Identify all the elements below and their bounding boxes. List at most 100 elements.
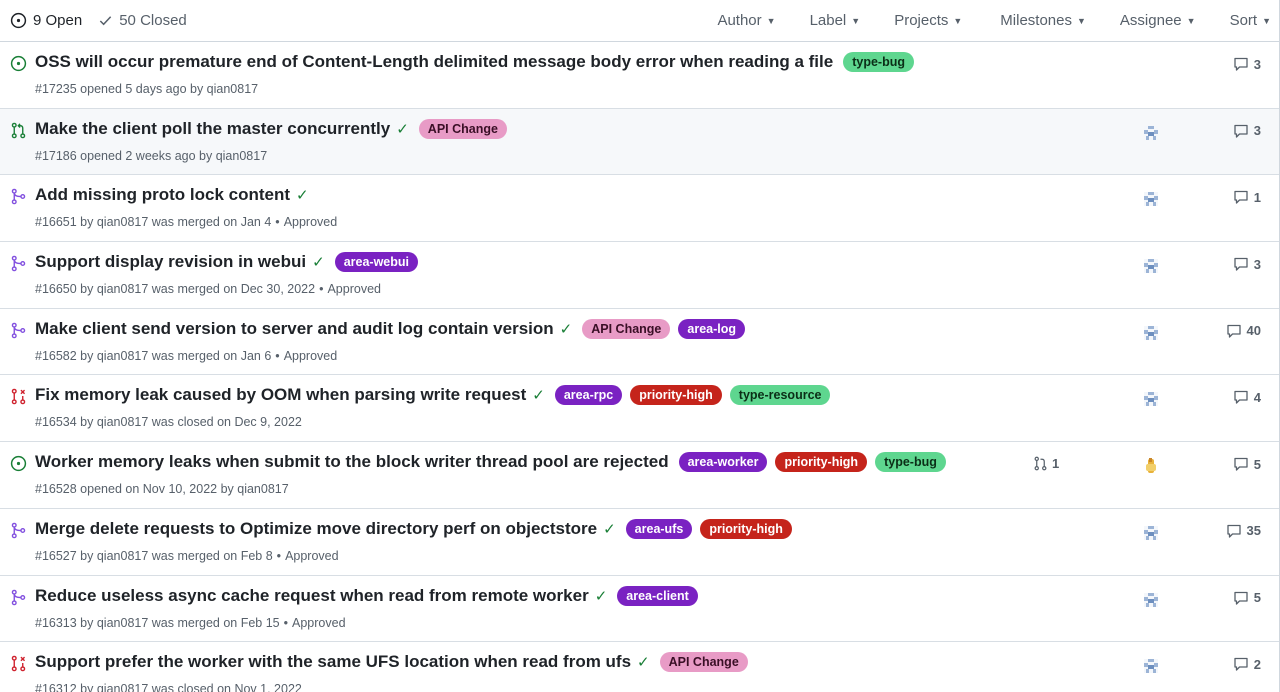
label-area-ufs[interactable]: area-ufs <box>625 518 693 539</box>
comment-count[interactable]: 4 <box>1233 389 1261 405</box>
checks-passed-icon[interactable]: ✓ <box>637 653 650 671</box>
issue-title-link[interactable]: Make the client poll the master concurre… <box>35 119 390 139</box>
issue-row[interactable]: Make the client poll the master concurre… <box>0 108 1279 176</box>
label-type-bug[interactable]: type-bug <box>875 452 946 473</box>
comment-count[interactable]: 5 <box>1233 456 1261 472</box>
label-api-change[interactable]: API Change <box>659 652 748 673</box>
comment-icon <box>1234 457 1248 471</box>
meta-separator: • <box>275 215 280 230</box>
assignee-avatar[interactable] <box>1141 656 1161 676</box>
merged-icon <box>11 189 26 205</box>
issue-row[interactable]: Support prefer the worker with the same … <box>0 642 1279 692</box>
review-status[interactable]: Approved <box>327 282 381 296</box>
checks-passed-icon[interactable]: ✓ <box>296 186 309 204</box>
comment-count[interactable]: 40 <box>1226 323 1261 339</box>
issue-title-link[interactable]: Merge delete requests to Optimize move d… <box>35 519 597 539</box>
issue-row[interactable]: Worker memory leaks when submit to the b… <box>0 442 1279 509</box>
issue-meta-text: #16527 by qian0817 was merged on Feb 8 <box>35 548 273 563</box>
issue-title-link[interactable]: Fix memory leak caused by OOM when parsi… <box>35 385 526 405</box>
checks-passed-icon[interactable]: ✓ <box>560 320 573 338</box>
checks-passed-icon[interactable]: ✓ <box>312 253 325 271</box>
issue-row[interactable]: Fix memory leak caused by OOM when parsi… <box>0 375 1279 443</box>
pull-request-icon <box>1034 456 1047 471</box>
label-priority-high[interactable]: priority-high <box>700 518 792 539</box>
review-status[interactable]: Approved <box>284 215 338 229</box>
comment-icon <box>1226 324 1241 338</box>
issue-title-link[interactable]: Worker memory leaks when submit to the b… <box>35 452 669 472</box>
assignee-avatar[interactable] <box>1141 323 1161 343</box>
issue-row[interactable]: Reduce useless async cache request when … <box>0 575 1279 643</box>
assignee-avatar[interactable] <box>1141 523 1161 543</box>
issue-title-link[interactable]: OSS will occur premature end of Content-… <box>35 52 833 72</box>
issue-title-link[interactable]: Add missing proto lock content <box>35 185 290 205</box>
filter-label[interactable]: Label ▼ <box>810 12 861 29</box>
comment-count[interactable]: 2 <box>1233 656 1261 672</box>
label-type-bug[interactable]: type-bug <box>843 52 914 72</box>
label-api-change[interactable]: API Change <box>418 118 507 139</box>
issue-row[interactable]: Add missing proto lock content ✓ #16651 by… <box>0 175 1279 243</box>
filter-author[interactable]: Author ▼ <box>717 12 775 29</box>
state-toggles: 9 Open 50 Closed <box>10 12 187 29</box>
issue-title-link[interactable]: Support display revision in webui <box>35 252 306 272</box>
avatar-icon <box>1146 458 1156 474</box>
title-line: Fix memory leak caused by OOM when parsi… <box>35 385 834 406</box>
issue-row[interactable]: Make client send version to server and a… <box>0 308 1279 376</box>
filter-assignee[interactable]: Assignee ▼ <box>1120 12 1196 29</box>
caret-down-icon: ▼ <box>851 15 861 26</box>
assignee-avatar[interactable] <box>1141 189 1161 209</box>
assignee-avatar[interactable] <box>1141 456 1161 476</box>
avatar-icon <box>1144 592 1158 607</box>
label-priority-high[interactable]: priority-high <box>630 385 722 406</box>
assignee-avatar[interactable] <box>1141 123 1161 143</box>
label-priority-high[interactable]: priority-high <box>775 452 868 473</box>
label-api-change[interactable]: API Change <box>582 318 671 339</box>
review-status[interactable]: Approved <box>285 549 339 563</box>
closed-filter[interactable]: 50 Closed <box>98 12 187 29</box>
assignee-avatar[interactable] <box>1141 590 1161 610</box>
comment-count[interactable]: 3 <box>1233 56 1261 72</box>
filter-label: Sort <box>1229 12 1258 29</box>
label-type-resource[interactable]: type-resource <box>729 385 831 406</box>
open-filter[interactable]: 9 Open <box>10 12 82 29</box>
open-count: 9 Open <box>33 12 83 29</box>
issue-row[interactable]: OSS will occur premature end of Content-… <box>0 42 1279 109</box>
merged-icon <box>11 589 26 605</box>
comment-icon <box>1234 191 1248 205</box>
label-area-worker[interactable]: area-worker <box>678 452 768 473</box>
checks-passed-icon[interactable]: ✓ <box>396 120 409 138</box>
issue-title-link[interactable]: Support prefer the worker with the same … <box>35 652 631 672</box>
filter-projects[interactable]: Projects ▼ <box>894 12 962 29</box>
comment-count[interactable]: 5 <box>1233 590 1261 606</box>
filter-milestones[interactable]: Milestones ▼ <box>1000 12 1086 29</box>
issue-meta-text: #16313 by qian0817 was merged on Feb 15 <box>35 615 280 630</box>
issue-row[interactable]: Merge delete requests to Optimize move d… <box>0 508 1279 576</box>
assignee-avatar[interactable] <box>1141 256 1161 276</box>
comment-count[interactable]: 3 <box>1233 123 1261 139</box>
linked-pull-requests[interactable]: 1 <box>1033 456 1059 471</box>
comment-count[interactable]: 1 <box>1233 189 1261 205</box>
issue-title-link[interactable]: Reduce useless async cache request when … <box>35 586 589 606</box>
issue-row[interactable]: Support display revision in webui ✓ area-w… <box>0 242 1279 309</box>
checks-passed-icon[interactable]: ✓ <box>603 520 616 538</box>
review-status[interactable]: Approved <box>284 349 338 363</box>
comment-count[interactable]: 35 <box>1226 523 1261 539</box>
issue-title-link[interactable]: Make client send version to server and a… <box>35 319 554 339</box>
filter-sort[interactable]: Sort ▼ <box>1230 12 1271 29</box>
assignee-avatar[interactable] <box>1141 389 1161 409</box>
label-area-log[interactable]: area-log <box>678 318 746 339</box>
title-line: Support prefer the worker with the same … <box>35 652 752 673</box>
label-area-client[interactable]: area-client <box>617 585 698 606</box>
label-area-rpc[interactable]: area-rpc <box>554 385 623 406</box>
checks-passed-icon[interactable]: ✓ <box>595 587 608 605</box>
issue-open-icon <box>10 55 27 72</box>
merged-icon <box>11 322 26 339</box>
review-status[interactable]: Approved <box>292 616 346 630</box>
checks-passed-icon[interactable]: ✓ <box>532 386 545 404</box>
comment-count[interactable]: 3 <box>1233 256 1261 272</box>
issue-meta: #17186 opened 2 weeks ago by qian0817 <box>35 149 267 163</box>
state-indicator <box>10 589 27 606</box>
label-area-webui[interactable]: area-webui <box>334 252 418 273</box>
avatar-icon <box>1144 259 1158 274</box>
title-line: Support display revision in webui ✓ area-w… <box>35 252 422 273</box>
title-line: Merge delete requests to Optimize move d… <box>35 518 796 539</box>
